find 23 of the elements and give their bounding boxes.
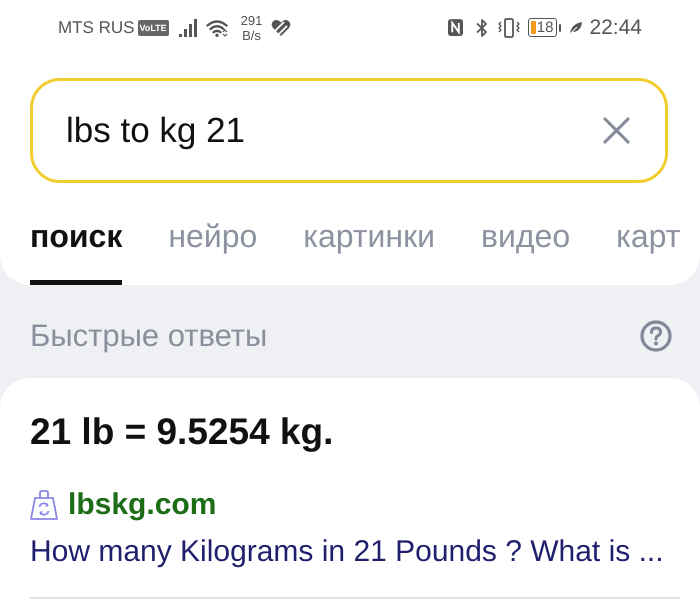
search-field[interactable]: lbs to kg 21 xyxy=(30,78,668,183)
section-title: Быстрые ответы xyxy=(30,318,268,354)
signal-icon xyxy=(178,18,199,36)
phone-vibration-icon xyxy=(498,18,520,38)
result-link[interactable]: How many Kilograms in 21 Pounds ? What is ... xyxy=(30,534,664,570)
search-tab[interactable]: поиск xyxy=(30,218,122,285)
source-link[interactable]: lbskg.com xyxy=(68,487,216,523)
nfc-icon xyxy=(448,19,463,36)
bluetooth-icon xyxy=(474,18,489,38)
leaf-icon xyxy=(569,20,584,34)
clock-time: 22:44 xyxy=(589,16,642,40)
carrier-name: MTS RUS xyxy=(58,18,134,38)
close-icon[interactable] xyxy=(603,117,630,144)
striped-heart-icon xyxy=(271,18,292,36)
weight-icon xyxy=(30,490,58,520)
network-badge: VoLTE xyxy=(138,20,169,36)
wifi-icon xyxy=(206,18,229,36)
battery-percent: 18 xyxy=(536,19,554,36)
data-rate-value: 291 xyxy=(240,12,262,28)
help-icon[interactable] xyxy=(640,320,672,352)
answer-result: 21 lb = 9.5254 kg. xyxy=(30,410,334,454)
battery-fill xyxy=(530,21,536,34)
data-rate-unit: B/s xyxy=(242,28,261,42)
